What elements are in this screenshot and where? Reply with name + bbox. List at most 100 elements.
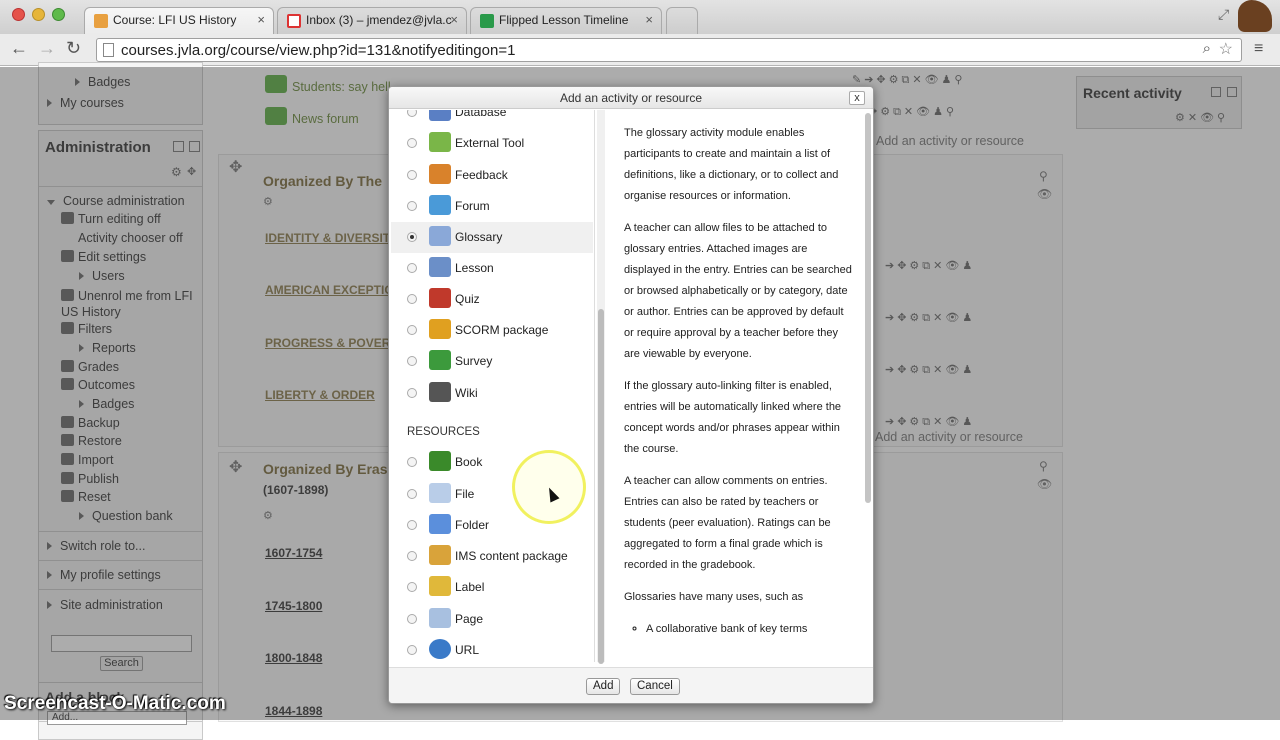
zoom-window-button[interactable] (52, 8, 65, 21)
reload-icon[interactable]: ↻ (66, 38, 81, 59)
browser-tab-course[interactable]: Course: LFI US History × (84, 7, 274, 34)
moodle-favicon-icon (94, 14, 108, 28)
browser-tab-timeline[interactable]: Flipped Lesson Timeline × (470, 7, 662, 34)
option-label[interactable]: Label (391, 572, 593, 603)
glossary-description: The glossary activity module enables par… (624, 123, 856, 663)
star-icon[interactable]: ☆ (1219, 39, 1233, 59)
radio-button[interactable] (407, 457, 417, 467)
quiz-icon (429, 288, 451, 308)
lesson-icon (429, 257, 451, 277)
option-label: Survey (455, 354, 493, 368)
close-window-button[interactable] (12, 8, 25, 21)
radio-button[interactable] (407, 551, 417, 561)
radio-button[interactable] (407, 489, 417, 499)
cancel-button[interactable]: Cancel (630, 678, 680, 695)
option-label: SCORM package (455, 323, 549, 337)
option-label: External Tool (455, 136, 525, 150)
option-label: URL (455, 643, 480, 657)
option-wiki[interactable]: Wiki (391, 378, 593, 409)
add-button[interactable]: Add (586, 678, 621, 695)
option-feedback[interactable]: Feedback (391, 160, 593, 191)
url-text: courses.jvla.org/course/view.php?id=131&… (121, 42, 516, 59)
radio-button-selected[interactable] (407, 232, 417, 242)
file-icon (429, 483, 451, 503)
radio-button[interactable] (407, 645, 417, 655)
dialog-header: Add an activity or resource x (389, 87, 873, 109)
radio-button[interactable] (407, 356, 417, 366)
options-scrollbar-thumb[interactable] (598, 309, 604, 664)
scorm-icon (429, 319, 451, 339)
option-ims-package[interactable]: IMS content package (391, 541, 593, 572)
option-label: File (455, 487, 475, 501)
forward-arrow-icon[interactable]: → (38, 38, 56, 59)
option-label: Database (455, 110, 507, 119)
radio-button[interactable] (407, 170, 417, 180)
puzzle-icon (429, 132, 451, 152)
radio-button[interactable] (407, 110, 417, 117)
option-survey[interactable]: Survey (391, 346, 593, 377)
globe-icon (429, 639, 451, 659)
browser-tab-strip: Course: LFI US History × Inbox (3) – jme… (0, 0, 1280, 34)
option-label: Wiki (455, 386, 478, 400)
activity-chooser-dialog: Add an activity or resource x Database E… (388, 86, 874, 704)
close-tab-icon[interactable]: × (257, 12, 265, 27)
tab-title: Inbox (3) – jmendez@jvla.c (306, 13, 452, 27)
browser-tab-inbox[interactable]: Inbox (3) – jmendez@jvla.c × (277, 7, 467, 34)
option-lesson[interactable]: Lesson (391, 253, 593, 284)
activity-options-list: Database External Tool Feedback Forum Gl… (391, 110, 595, 662)
option-quiz[interactable]: Quiz (391, 284, 593, 315)
dialog-footer: Add Cancel (389, 667, 873, 703)
book-icon (429, 451, 451, 471)
radio-button[interactable] (407, 388, 417, 398)
dialog-title: Add an activity or resource (559, 91, 703, 105)
package-icon (429, 545, 451, 565)
menu-icon[interactable]: ≡ (1254, 40, 1263, 58)
option-external-tool[interactable]: External Tool (391, 128, 593, 159)
database-icon (429, 110, 451, 121)
horse-avatar-icon (1238, 0, 1272, 32)
close-tab-icon[interactable]: × (450, 12, 458, 27)
radio-button[interactable] (407, 520, 417, 530)
radio-button[interactable] (407, 614, 417, 624)
radio-button[interactable] (407, 325, 417, 335)
minimize-window-button[interactable] (32, 8, 45, 21)
option-label: Page (455, 612, 484, 626)
tab-title: Course: LFI US History (113, 13, 237, 27)
radio-button[interactable] (407, 582, 417, 592)
description-paragraph: A teacher can allow comments on entries.… (624, 475, 831, 571)
description-paragraph: Glossaries have many uses, such as (624, 591, 804, 603)
option-database[interactable]: Database (391, 110, 593, 128)
close-tab-icon[interactable]: × (645, 12, 653, 27)
back-arrow-icon[interactable]: ← (10, 38, 28, 59)
description-scrollbar-thumb[interactable] (865, 113, 871, 503)
close-dialog-button[interactable]: x (849, 91, 865, 105)
glossary-icon (429, 226, 451, 246)
fullscreen-icon[interactable]: ⤢ (1218, 6, 1229, 23)
address-bar[interactable]: courses.jvla.org/course/view.php?id=131&… (96, 38, 1242, 62)
radio-button[interactable] (407, 263, 417, 273)
option-glossary[interactable]: Glossary (391, 222, 593, 253)
megaphone-icon (429, 164, 451, 184)
option-scorm[interactable]: SCORM package (391, 315, 593, 346)
description-paragraph: A teacher can allow files to be attached… (624, 222, 852, 360)
wiki-icon (429, 382, 451, 402)
radio-button[interactable] (407, 138, 417, 148)
search-icon[interactable]: ⌕ (1203, 40, 1211, 57)
radio-button[interactable] (407, 294, 417, 304)
option-label: Lesson (455, 261, 494, 275)
new-tab-button[interactable] (666, 7, 698, 34)
resources-heading: RESOURCES (407, 426, 480, 438)
option-url[interactable]: URL (391, 635, 593, 662)
label-icon (429, 576, 451, 596)
survey-icon (429, 350, 451, 370)
option-label: Glossary (455, 230, 503, 244)
option-page[interactable]: Page (391, 604, 593, 635)
option-label: Forum (455, 199, 490, 213)
page-icon (103, 43, 114, 57)
folder-icon (429, 514, 451, 534)
option-forum[interactable]: Forum (391, 191, 593, 222)
radio-button[interactable] (407, 201, 417, 211)
forum-icon (429, 195, 451, 215)
option-label: IMS content package (455, 549, 568, 563)
option-label: Feedback (455, 168, 508, 182)
